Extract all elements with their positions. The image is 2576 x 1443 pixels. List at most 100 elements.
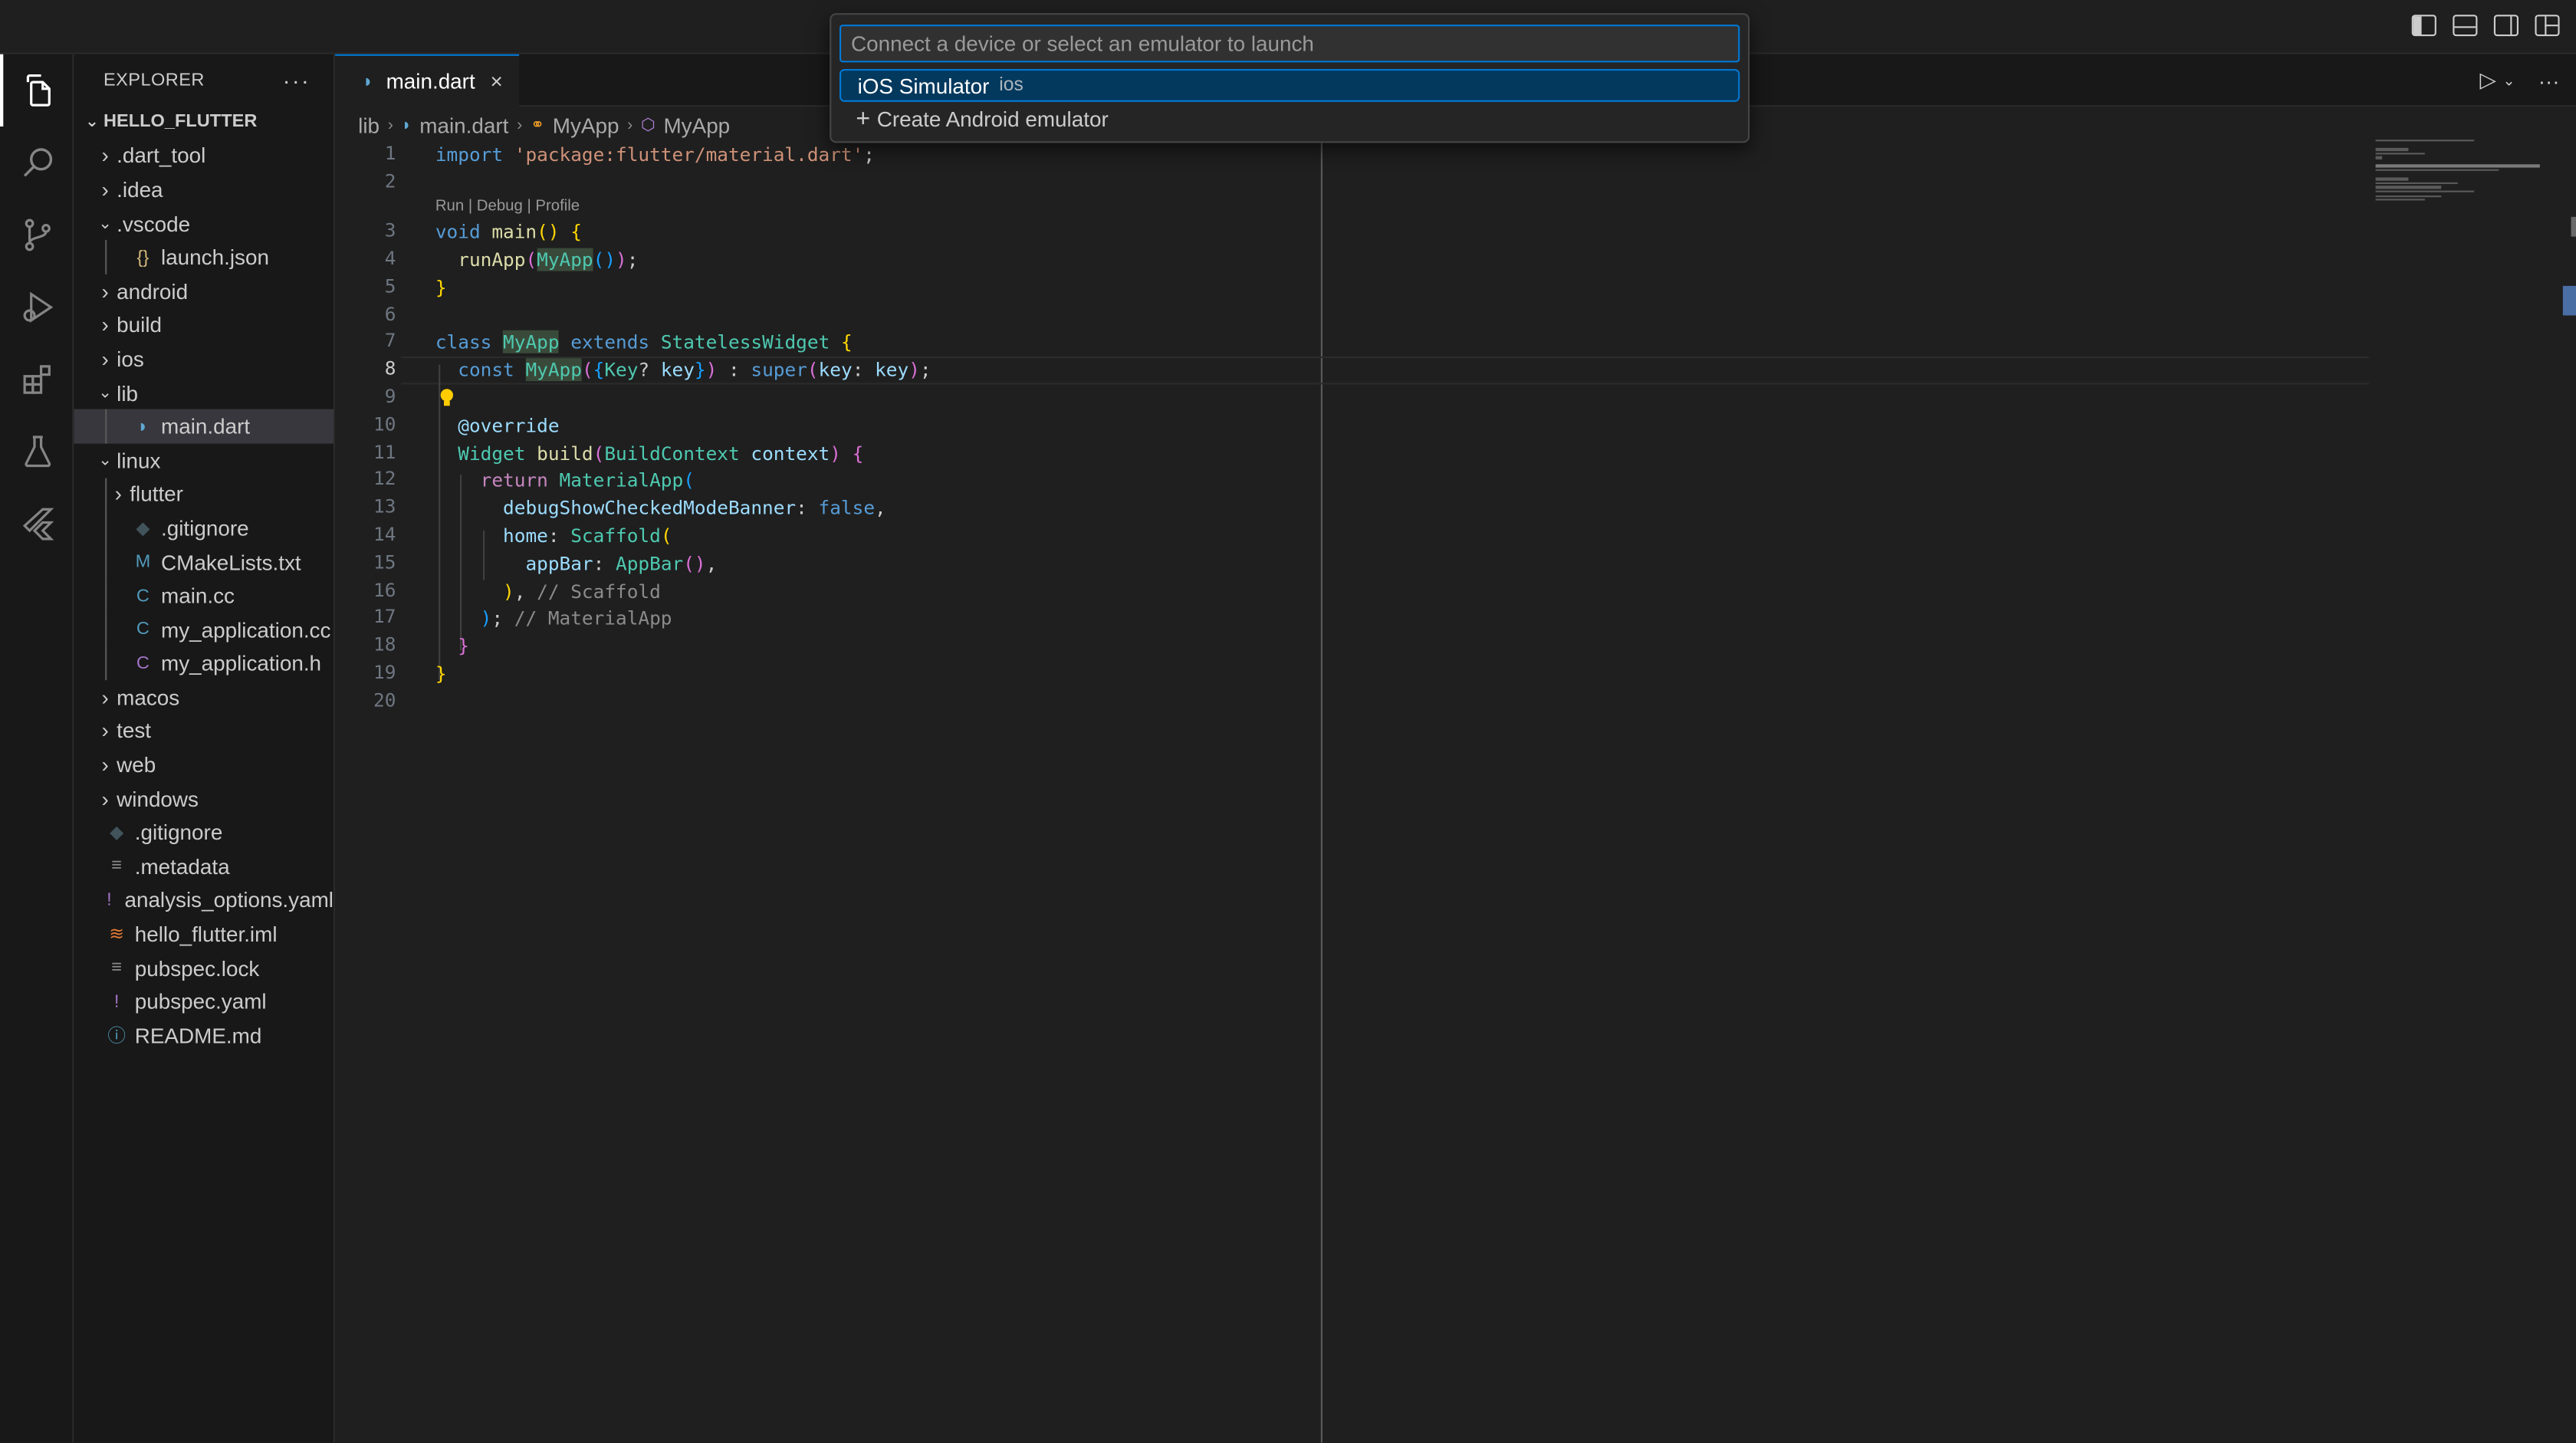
tree-indent-guide [105,578,107,613]
tree-item[interactable]: ◆ .gitignore [74,816,334,850]
run-icon[interactable]: ▷ [2480,67,2496,94]
tree-item-label: README.md [134,1023,262,1048]
chevron-down-icon[interactable]: ⌄ [2503,71,2515,90]
scrollbar-thumb[interactable] [2562,285,2576,316]
tree-item[interactable]: Cmy_application.cc [74,613,334,647]
tree-item-label: .gitignore [161,515,249,541]
toggle-secondary-sidebar-icon[interactable] [2493,15,2518,37]
tree-item[interactable]: › android [74,274,334,308]
line-number: 7 [384,328,396,352]
tree-item-label: windows [117,786,199,811]
tree-item-label: flutter [130,482,183,507]
testing-activity-button[interactable] [0,416,74,488]
tree-item[interactable]: {} launch.json [74,240,334,274]
tree-item[interactable]: › web [74,748,334,782]
git-file-icon: ◆ [110,823,124,843]
tree-item[interactable]: › .dart_tool [74,139,334,173]
breadcrumb-class[interactable]: MyApp [553,113,619,137]
tree-item[interactable]: › ios [74,342,334,376]
tree-item[interactable]: ! pubspec.yaml [74,985,334,1019]
toggle-panel-icon[interactable] [2453,15,2478,37]
tree-indent-guide [105,477,107,511]
tree-item[interactable]: ≡ pubspec.lock [74,951,334,984]
file-tree: ⌄ HELLO_FLUTTER › .dart_tool › .idea ⌄ .vscod… [74,105,334,1053]
customize-layout-icon[interactable] [2535,15,2560,37]
tree-item[interactable]: ⌄ linux [74,443,334,477]
run-debug-activity-button[interactable] [0,271,74,343]
tree-item-label: .gitignore [134,820,223,845]
code-editor[interactable]: 1 2 3 4 5 6 7 8 9 10 11 12 13 14 15 16 1… [335,141,2576,1443]
code-line: debugShowCheckedModeBanner: false, [503,496,886,520]
extensions-activity-button[interactable] [0,343,74,416]
tree-item[interactable]: ≡ .metadata [74,850,334,883]
tree-item[interactable]: ! analysis_options.yaml [74,883,334,917]
tree-item[interactable]: ◆ .gitignore [74,511,334,545]
breadcrumb-constructor[interactable]: MyApp [663,113,730,137]
device-quick-pick: iOS Simulator ios + Create Android emula… [830,13,1750,143]
tree-item-label: ios [117,347,144,372]
vscode-window: EXPLORER ··· ⌄ HELLO_FLUTTER › .dart_tool… [0,0,2576,1443]
search-icon [22,148,52,177]
editor-area: ◗ main.dart × ▷ ⌄ ··· lib › ◗ main.dart … [335,54,2576,1443]
line-number: 6 [384,302,396,326]
chevron-right-icon: › [101,143,109,169]
chevron-down-icon: ⌄ [98,214,113,233]
breadcrumb-file[interactable]: main.dart [419,113,508,137]
tree-item-label: analysis_options.yaml [124,888,334,913]
tree-item-label: hello_flutter.iml [134,922,278,947]
line-number: 10 [373,412,396,436]
tree-item[interactable]: › .idea [74,173,334,206]
tree-item[interactable]: Cmain.cc [74,578,334,613]
code-line: void main() { [435,220,582,244]
source-control-activity-button[interactable] [0,199,74,271]
tree-item[interactable]: Cmy_application.h [74,646,334,681]
toggle-primary-sidebar-icon[interactable] [2411,15,2436,37]
tree-item-label: launch.json [161,245,269,270]
more-actions-icon[interactable]: ··· [2538,68,2560,93]
testing-icon [24,436,51,468]
tree-root-hello-flutter[interactable]: ⌄ HELLO_FLUTTER [74,105,334,139]
tree-item[interactable]: › flutter [74,477,334,511]
tree-item[interactable]: ≋ hello_flutter.iml [74,917,334,951]
device-search-input[interactable] [840,25,1740,63]
explorer-activity-button[interactable] [0,54,74,127]
tree-item[interactable]: ◗ main.dart [74,409,334,444]
git-file-icon: ◆ [136,518,150,539]
tree-item[interactable]: M CMakeLists.txt [74,544,334,579]
tree-indent-guide [105,544,107,579]
json-file-icon: {} [136,247,150,268]
code-line: } [435,276,447,299]
lightbulb-icon[interactable] [439,388,455,408]
quick-pick-item-ios-simulator[interactable]: iOS Simulator ios [840,69,1740,102]
close-tab-icon[interactable]: × [490,69,502,94]
explorer-more-actions-icon[interactable]: ··· [283,67,310,94]
tree-item-label: build [117,312,163,338]
tree-indent-guide [105,646,107,681]
search-activity-button[interactable] [0,127,74,199]
tree-item[interactable]: ⓘ README.md [74,1019,334,1053]
tree-item[interactable]: ⌄ lib [74,376,334,409]
tree-item[interactable]: › build [74,308,334,342]
tab-main-dart[interactable]: ◗ main.dart × [335,54,520,107]
tree-item-label: .metadata [134,853,230,879]
code-line: } [458,634,469,658]
tree-item[interactable]: › macos [74,680,334,714]
quick-pick-item-create-android-emulator[interactable]: + Create Android emulator [840,102,1740,135]
yaml-file-icon: ! [113,991,120,1012]
tree-item-label: android [117,278,189,304]
chevron-right-icon: › [101,718,109,744]
minimap[interactable] [2375,140,2557,205]
chevron-right-icon: › [101,752,109,777]
tree-item-label: pubspec.lock [134,955,260,981]
flutter-activity-button[interactable] [0,488,74,560]
tree-indent-guide [105,409,107,444]
tree-item-label: .vscode [117,211,191,236]
scrollbar-marker [2571,216,2576,237]
codelens-run-debug-profile[interactable]: Run | Debug | Profile [435,197,580,215]
tree-item[interactable]: › test [74,714,334,748]
tree-item[interactable]: › windows [74,782,334,816]
tree-item-label: CMakeLists.txt [161,549,301,574]
chevron-right-icon: › [101,177,109,202]
tree-item[interactable]: ⌄ .vscode [74,207,334,241]
breadcrumb-folder[interactable]: lib [358,113,380,137]
